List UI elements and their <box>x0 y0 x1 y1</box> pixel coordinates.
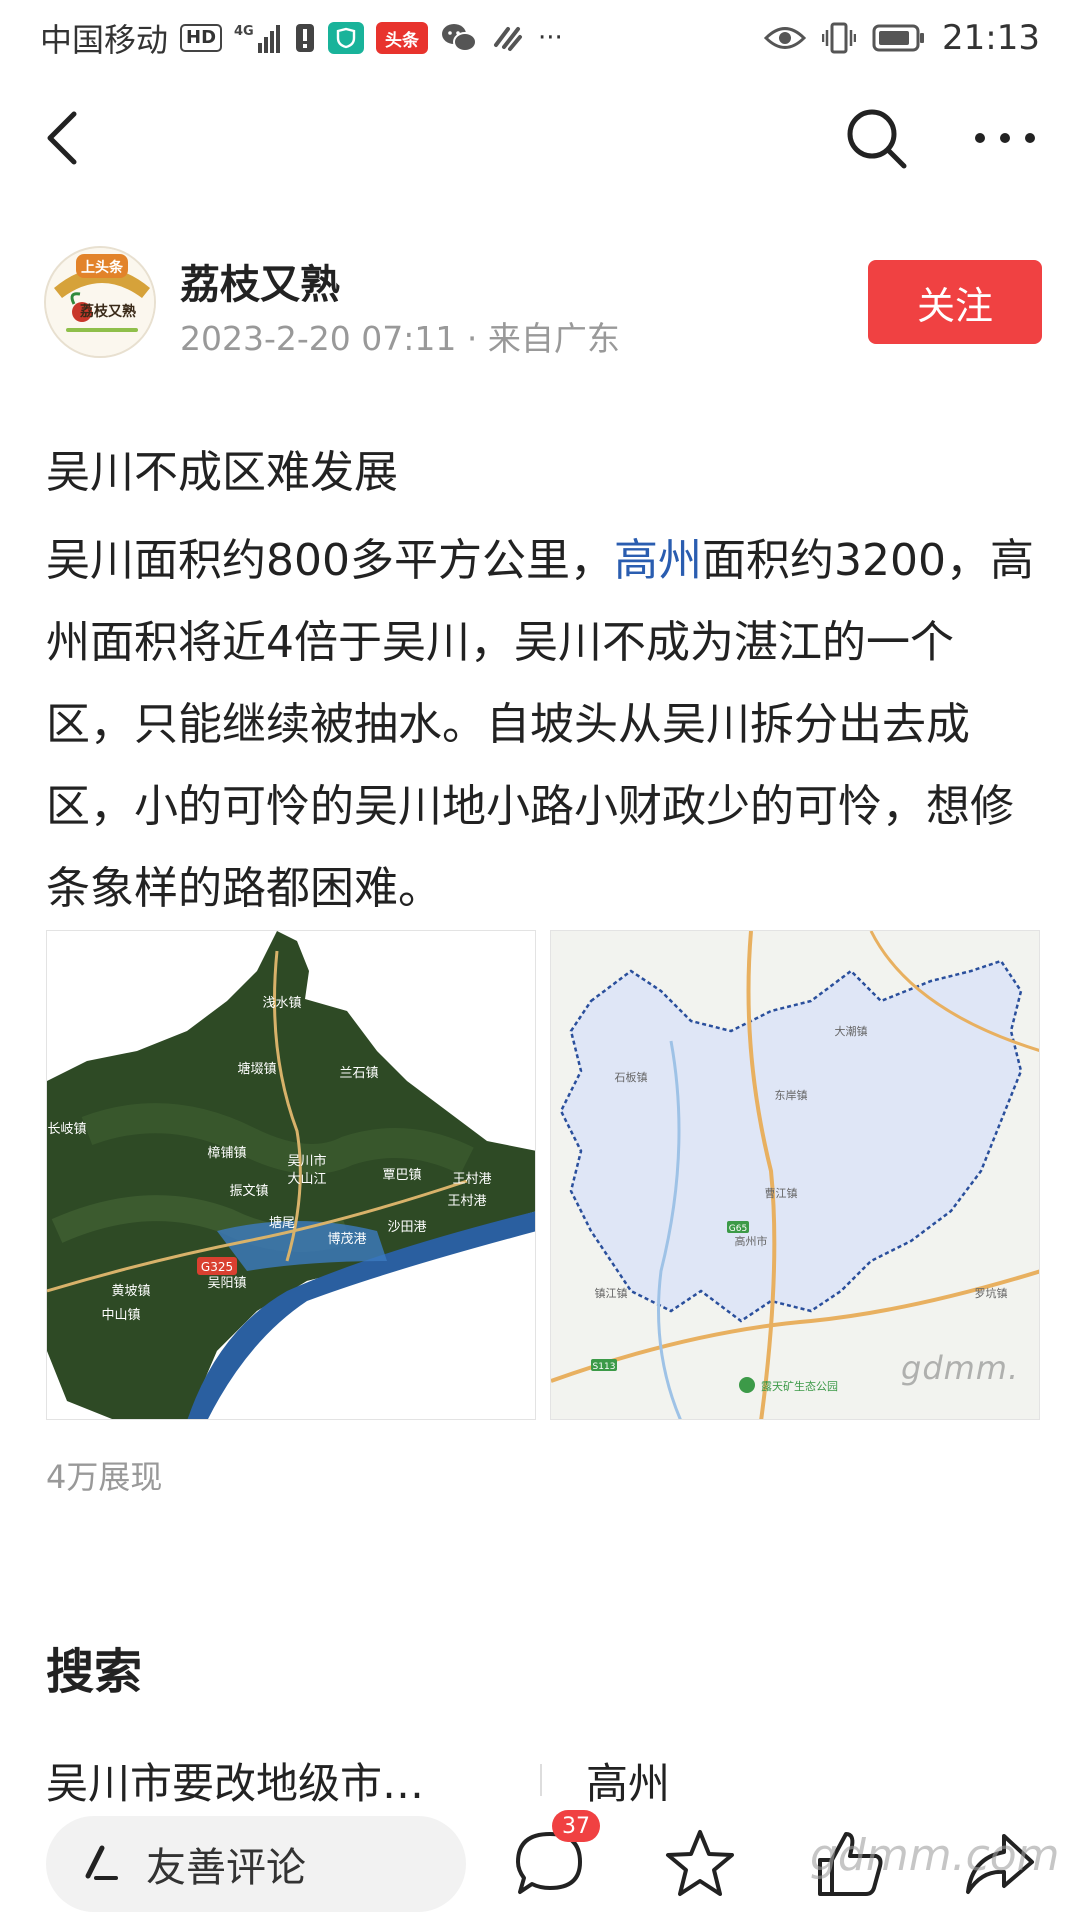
post-body: 吴川面积约800多平方公里，高州面积约3200，高州面积将近4倍于吴川，吴川不成… <box>46 520 1036 930</box>
map-label: 石板镇 <box>615 1070 648 1084</box>
vibrate-icon <box>822 21 857 55</box>
follow-button[interactable]: 关注 <box>868 260 1042 344</box>
view-count: 4万展现 <box>46 1458 163 1496</box>
back-button[interactable] <box>36 108 96 168</box>
bottom-action-bar: 友善评论 37 gdmm.com <box>0 1810 1080 1920</box>
map-label: 中山镇 <box>101 1308 140 1323</box>
avatar[interactable]: 上头条 荔枝又熟 <box>44 246 156 358</box>
screen-watermark: gdmm.com <box>810 1830 1060 1881</box>
status-overflow: ··· <box>538 23 563 53</box>
more-button[interactable] <box>970 108 1040 168</box>
search-section-title: 搜索 <box>46 1644 143 1700</box>
map-label: 王村港 <box>452 1172 491 1187</box>
map-label: 吴阳镇 <box>207 1276 246 1291</box>
map-label: 博茂港 <box>327 1232 366 1247</box>
search-suggestions: 吴川市要改地级市… 高州 <box>46 1750 1040 1810</box>
search-suggestion[interactable]: 吴川市要改地级市… <box>46 1750 486 1811</box>
star-icon <box>666 1830 734 1896</box>
search-suggestion[interactable]: 高州 <box>586 1750 670 1811</box>
search-icon <box>847 109 907 169</box>
map-label: 曹江镇 <box>765 1186 798 1200</box>
map-label-g325: G325 <box>201 1260 233 1274</box>
chevron-left-icon <box>47 111 77 165</box>
map-label: 大山江 <box>287 1172 326 1187</box>
author-meta: 2023-2-20 07:11 · 来自广东 <box>180 319 620 358</box>
map-label: 王村港 <box>447 1194 486 1209</box>
map-label-s113: S113 <box>593 1362 616 1372</box>
satellite-map-graphic: G325 浅水镇 塘㙍镇 兰石镇 长岐镇 樟铺镇 吴川市 大山江 覃巴镇 王村港… <box>47 931 535 1419</box>
post-images: G325 浅水镇 塘㙍镇 兰石镇 长岐镇 樟铺镇 吴川市 大山江 覃巴镇 王村港… <box>46 930 1040 1420</box>
status-bar: 中国移动 HD 4G 头条 ··· 21:13 <box>0 0 1080 76</box>
clock: 21:13 <box>942 18 1040 58</box>
comment-input[interactable]: 友善评论 <box>46 1816 466 1912</box>
keyword-link[interactable]: 高州 <box>614 535 702 586</box>
map-label: 振文镇 <box>229 1184 268 1199</box>
map-label: 东岸镇 <box>775 1088 808 1102</box>
hd-badge: HD <box>180 24 223 52</box>
map-label: 樟铺镇 <box>207 1146 246 1161</box>
avatar-text: 荔枝又熟 <box>79 303 136 320</box>
comment-placeholder: 友善评论 <box>146 1845 306 1891</box>
map-label: 大潮镇 <box>835 1024 868 1038</box>
map-label: 镇江镇 <box>595 1286 628 1300</box>
map-label: 浅水镇 <box>262 996 301 1011</box>
avatar-image: 上头条 荔枝又熟 <box>46 248 154 356</box>
pen-icon <box>85 1845 118 1880</box>
svg-text:4G: 4G <box>234 24 254 39</box>
region-map-graphic: G65 S113 大潮镇 石板镇 东岸镇 曹江镇 高州市 镇江镇 罗坑镇 露天矿… <box>551 931 1039 1419</box>
map-label: 黄坡镇 <box>111 1284 150 1299</box>
map-label: 长岐镇 <box>47 1122 86 1137</box>
battery-icon <box>872 23 926 53</box>
search-button[interactable] <box>844 106 908 170</box>
comment-count-badge: 37 <box>552 1810 600 1842</box>
eye-icon <box>764 21 807 55</box>
nav-bar <box>0 88 1080 188</box>
divider <box>540 1764 542 1796</box>
map-label: 高州市 <box>735 1234 768 1248</box>
post-body-text-2: 面积约3200，高州面积将近4倍于吴川，吴川不成为湛江的一个区，只能继续被抽水。… <box>46 535 1034 914</box>
favorite-button[interactable] <box>660 1824 740 1904</box>
map-label: 沙田港 <box>387 1220 426 1235</box>
satellite-map-image[interactable]: G325 浅水镇 塘㙍镇 兰石镇 长岐镇 樟铺镇 吴川市 大山江 覃巴镇 王村港… <box>46 930 536 1420</box>
map-label: 塘尾 <box>269 1215 295 1231</box>
toutiao-app-icon: 头条 <box>376 22 429 54</box>
map-label: 吴川市 <box>287 1153 326 1169</box>
carrier-label: 中国移动 <box>40 21 169 59</box>
app-shield-icon <box>328 22 365 54</box>
post-title: 吴川不成区难发展 <box>46 447 398 498</box>
alert-icon <box>294 21 316 55</box>
avatar-badge-text: 上头条 <box>81 259 124 276</box>
signal-icon: 4G <box>234 21 282 55</box>
image-watermark: gdmm. <box>901 1349 1020 1387</box>
author-row: 上头条 荔枝又熟 荔枝又熟 2023-2-20 07:11 · 来自广东 关注 <box>0 236 1080 366</box>
author-name[interactable]: 荔枝又熟 <box>180 252 340 310</box>
map-label-g65: G65 <box>729 1224 747 1234</box>
region-map-image[interactable]: G65 S113 大潮镇 石板镇 东岸镇 曹江镇 高州市 镇江镇 罗坑镇 露天矿… <box>550 930 1040 1420</box>
map-label: 覃巴镇 <box>382 1168 421 1183</box>
map-label: 罗坑镇 <box>975 1286 1008 1300</box>
post-body-text-1: 吴川面积约800多平方公里， <box>46 535 614 586</box>
map-label: 露天矿生态公园 <box>761 1379 838 1393</box>
wechat-icon <box>440 21 478 55</box>
map-label: 兰石镇 <box>339 1066 378 1081</box>
image-watermark: gdmm.com <box>337 1349 527 1387</box>
map-label: 塘㙍镇 <box>237 1061 276 1077</box>
app-link-icon <box>490 21 526 55</box>
more-horizontal-icon <box>975 133 1035 143</box>
